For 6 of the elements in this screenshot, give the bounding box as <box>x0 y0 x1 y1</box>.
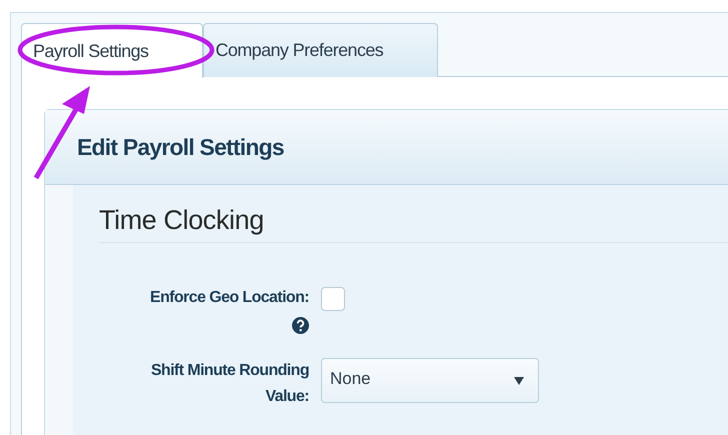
field-label: Shift Minute Rounding Value: <box>150 361 309 407</box>
panel-title: Edit Payroll Settings <box>77 134 284 160</box>
section-title: Time Clocking <box>99 205 728 243</box>
dropdown[interactable]: None <box>321 358 539 403</box>
field-label: Enforce Geo Location: <box>150 288 309 308</box>
tab[interactable]: Company Preferences <box>203 23 438 77</box>
